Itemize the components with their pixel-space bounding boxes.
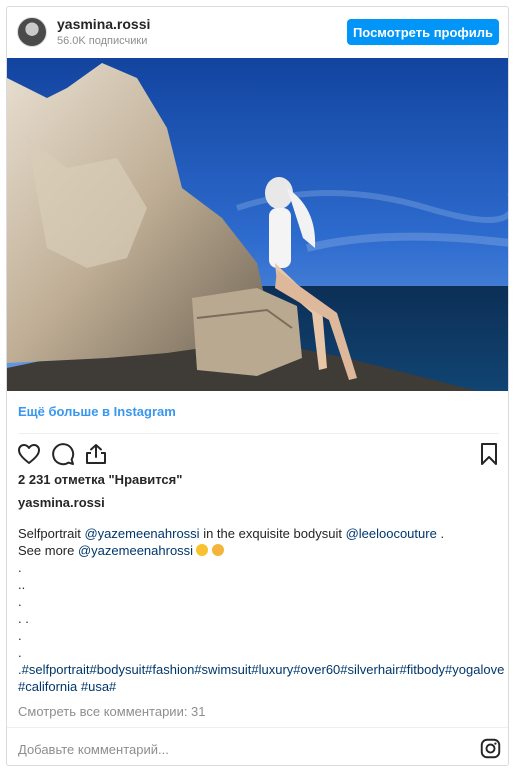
view-profile-button[interactable]: Посмотреть профиль — [347, 19, 499, 45]
avatar[interactable] — [17, 17, 47, 47]
mention-link[interactable]: @yazemeenahrossi — [84, 526, 199, 541]
more-on-instagram-link[interactable]: Ещё больше в Instagram — [18, 404, 176, 419]
caption-text: . — [436, 526, 445, 541]
caption-line: See more @yazemeenahrossi — [18, 542, 508, 559]
caption-text: See more — [18, 543, 78, 558]
mention-link[interactable]: @yazemeenahrossi — [78, 543, 193, 558]
hugging-face-icon — [212, 544, 225, 556]
grinning-face-icon — [196, 544, 209, 556]
caption-dot-line: . — [18, 645, 22, 660]
comment-input[interactable] — [18, 740, 458, 758]
action-bar — [7, 439, 508, 471]
hashtag-line: #california #usa# — [18, 678, 508, 695]
caption-dot-line: .. — [18, 577, 26, 592]
view-all-comments-link[interactable]: Смотреть все комментарии: 31 — [18, 704, 206, 719]
caption-dot-line: . . — [18, 611, 29, 626]
caption-dot-line: . — [18, 628, 22, 643]
header-username[interactable]: yasmina.rossi — [57, 16, 150, 32]
like-count[interactable]: 2 231 отметка "Нравится" — [18, 472, 182, 487]
comment-icon[interactable] — [51, 442, 75, 466]
instagram-icon[interactable] — [480, 738, 501, 759]
divider — [7, 727, 508, 728]
caption-text: Selfportrait — [18, 526, 85, 541]
hashtag-line: .#selfportrait#bodysuit#fashion#swimsuit… — [18, 661, 508, 678]
post-header: yasmina.rossi 56.0K подписчики Посмотрет… — [7, 7, 508, 57]
caption-dot-line: . — [18, 594, 22, 609]
post-caption: Selfportrait @yazemeenahrossi in the exq… — [18, 525, 508, 695]
caption-line: Selfportrait @yazemeenahrossi in the exq… — [18, 525, 508, 542]
caption-author[interactable]: yasmina.rossi — [18, 495, 105, 510]
post-photo[interactable] — [7, 58, 509, 391]
instagram-embed-card: yasmina.rossi 56.0K подписчики Посмотрет… — [6, 6, 509, 766]
mention-link[interactable]: @leeloocouture — [346, 526, 437, 541]
caption-dot-line: . — [18, 560, 22, 575]
follower-count: 56.0K подписчики — [57, 35, 148, 47]
divider — [18, 433, 499, 434]
caption-text: in the exquisite bodysuit — [199, 526, 346, 541]
hashtag-links[interactable]: #california #usa# — [18, 679, 116, 694]
share-icon[interactable] — [84, 442, 108, 466]
heart-icon[interactable] — [17, 442, 41, 466]
bookmark-icon[interactable] — [477, 442, 501, 466]
hashtag-links[interactable]: .#selfportrait#bodysuit#fashion#swimsuit… — [18, 662, 504, 677]
